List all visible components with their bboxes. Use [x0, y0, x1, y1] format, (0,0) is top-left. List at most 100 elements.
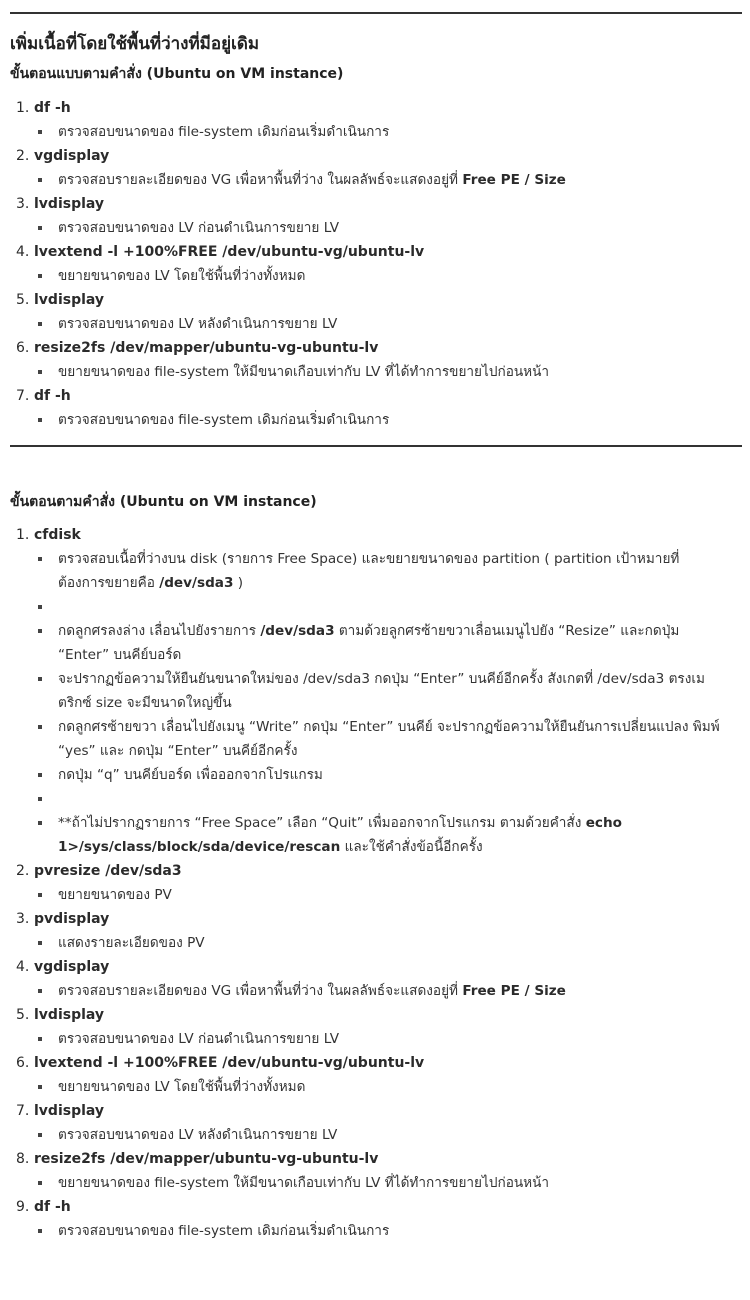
step-notes: ขยายขนาดของ LV โดยใช้พื้นที่ว่างทั้งหมด [34, 1075, 745, 1099]
note-text: ตรวจสอบเนื้อที่ว่างบน disk (รายการ Free … [58, 551, 680, 567]
step-number: 3. [16, 911, 30, 927]
step-number: 7. [16, 1103, 30, 1119]
step-note: **ถ้าไม่ปรากฏรายการ “Free Space” เลือก “… [34, 811, 745, 859]
note-text: จะปรากฏข้อความให้ยืนยันขนาดใหม่ของ /dev/… [58, 671, 705, 687]
section1-steps: 1. df -h ตรวจสอบขนาดของ file-system เดิมก่… [10, 96, 745, 432]
note-text: ขยายขนาดของ LV โดยใช้พื้นที่ว่างทั้งหมด [58, 1079, 306, 1095]
note-text: ตรวจสอบรายละเอียดของ VG เพื่อหาพื้นที่ว่… [58, 983, 463, 999]
step-number: 4. [16, 244, 30, 260]
step-command: df -h [34, 100, 71, 116]
step-item: 4. vgdisplay ตรวจสอบรายละเอียดของ VG เพื่อ… [10, 955, 745, 1003]
top-divider [10, 12, 742, 14]
step-number: 2. [16, 863, 30, 879]
note-text: ขยายขนาดของ LV โดยใช้พื้นที่ว่างทั้งหมด [58, 268, 306, 284]
step-note: ตรวจสอบขนาดของ LV ก่อนดำเนินการขยาย LV [34, 1027, 745, 1051]
step-number: 5. [16, 292, 30, 308]
step-command: lvdisplay [34, 1007, 105, 1023]
step-item: 2. vgdisplay ตรวจสอบรายละเอียดของ VG เพื่อ… [10, 144, 745, 192]
step-note: ขยายขนาดของ LV โดยใช้พื้นที่ว่างทั้งหมด [34, 1075, 745, 1099]
step-note: กดปุ่ม “q” บนคีย์บอร์ด เพื่อออกจากโปรแกร… [34, 763, 745, 787]
step-note: ตรวจสอบรายละเอียดของ VG เพื่อหาพื้นที่ว่… [34, 979, 745, 1003]
note-text: “Enter” บนคีย์บอร์ด [58, 647, 182, 663]
step-note: ขยายขนาดของ file-system ให้มีขนาดเกือบเท… [34, 1171, 745, 1195]
step-command: vgdisplay [34, 959, 110, 975]
step-command: resize2fs /dev/mapper/ubuntu-vg-ubuntu-l… [34, 340, 379, 356]
note-text: และใช้คำสั่งข้อนี้อีกครั้ง [340, 839, 483, 855]
note-text: ขยายขนาดของ file-system ให้มีขนาดเกือบเท… [58, 1175, 550, 1191]
step-note: ตรวจสอบขนาดของ LV หลังดำเนินการขยาย LV [34, 312, 745, 336]
note-text: ตรวจสอบขนาดของ LV หลังดำเนินการขยาย LV [58, 316, 338, 332]
note-text: กดลูกศรซ้ายขวา เลื่อนไปยังเมนู “Write” ก… [58, 719, 720, 735]
step-number: 4. [16, 959, 30, 975]
step-command: lvextend -l +100%FREE /dev/ubuntu-vg/ubu… [34, 1055, 425, 1071]
note-text: ตรวจสอบขนาดของ LV หลังดำเนินการขยาย LV [58, 1127, 338, 1143]
step-item: 3. pvdisplay แสดงรายละเอียดของ PV [10, 907, 745, 955]
command-text: 1>/sys/class/block/sda/device/rescan [58, 839, 341, 855]
step-number: 5. [16, 1007, 30, 1023]
step-notes: ตรวจสอบขนาดของ file-system เดิมก่อนเริ่ม… [34, 120, 745, 144]
step-item: 3. lvdisplay ตรวจสอบขนาดของ LV ก่อนดำเนินก… [10, 192, 745, 240]
step-number: 9. [16, 1199, 30, 1215]
note-text: ตามด้วยลูกศรซ้ายขวาเลื่อนเมนูไปยัง “Resi… [334, 623, 680, 639]
step-notes: ขยายขนาดของ file-system ให้มีขนาดเกือบเท… [34, 360, 745, 384]
device-path: /dev/sda3 [260, 623, 335, 639]
note-text: ต้องการขยายคือ [58, 575, 160, 591]
note-text: ตริกซ์ size จะมีขนาดใหญ่ขึ้น [58, 695, 232, 711]
step-number: 6. [16, 1055, 30, 1071]
step-item: 1. df -h ตรวจสอบขนาดของ file-system เดิมก่… [10, 96, 745, 144]
step-note: ขยายขนาดของ PV [34, 883, 745, 907]
note-text: กดลูกศรลงล่าง เลื่อนไปยังรายการ [58, 623, 261, 639]
step-note: กดลูกศรลงล่าง เลื่อนไปยังรายการ /dev/sda… [34, 619, 745, 667]
note-text: ตรวจสอบรายละเอียดของ VG เพื่อหาพื้นที่ว่… [58, 172, 463, 188]
note-text: แสดงรายละเอียดของ PV [58, 935, 205, 951]
step-number: 2. [16, 148, 30, 164]
step-command: cfdisk [34, 527, 81, 543]
step-number: 6. [16, 340, 30, 356]
device-path: /dev/sda3 [159, 575, 234, 591]
note-text: ตรวจสอบขนาดของ LV ก่อนดำเนินการขยาย LV [58, 1031, 340, 1047]
step-note: ตรวจสอบขนาดของ file-system เดิมก่อนเริ่ม… [34, 408, 745, 432]
step-item: 9. df -h ตรวจสอบขนาดของ file-system เดิมก่… [10, 1195, 745, 1243]
step-note: ขยายขนาดของ file-system ให้มีขนาดเกือบเท… [34, 360, 745, 384]
note-highlight: Free PE / Size [462, 172, 566, 188]
step-command: df -h [34, 1199, 71, 1215]
step-item: 6. lvextend -l +100%FREE /dev/ubuntu-vg/u… [10, 1051, 745, 1099]
step-command: lvdisplay [34, 196, 105, 212]
step-item: 1. cfdisk ตรวจสอบเนื้อที่ว่างบน disk (รา… [10, 523, 745, 859]
step-item: 7. lvdisplay ตรวจสอบขนาดของ LV หลังดำเนินก… [10, 1099, 745, 1147]
section-title: เพิ่มเนื้อที่โดยใช้พื้นที่ว่างที่มีอยู่เ… [10, 34, 260, 54]
note-text: ขยายขนาดของ file-system ให้มีขนาดเกือบเท… [58, 364, 550, 380]
step-item: 5. lvdisplay ตรวจสอบขนาดของ LV ก่อนดำเนินก… [10, 1003, 745, 1051]
step-command: resize2fs /dev/mapper/ubuntu-vg-ubuntu-l… [34, 1151, 379, 1167]
section1-subtitle: ขั้นตอนแบบตามคำสั่ง (Ubuntu on VM instan… [10, 66, 344, 82]
section2-steps: 1. cfdisk ตรวจสอบเนื้อที่ว่างบน disk (รา… [10, 523, 745, 1243]
step-number: 8. [16, 1151, 30, 1167]
step-notes: ตรวจสอบขนาดของ LV หลังดำเนินการขยาย LV [34, 1123, 745, 1147]
command-text: echo [585, 815, 622, 831]
step-notes: ตรวจสอบรายละเอียดของ VG เพื่อหาพื้นที่ว่… [34, 168, 745, 192]
step-notes: ตรวจสอบขนาดของ LV ก่อนดำเนินการขยาย LV [34, 216, 745, 240]
step-notes: ตรวจสอบรายละเอียดของ VG เพื่อหาพื้นที่ว่… [34, 979, 745, 1003]
step-command: pvdisplay [34, 911, 110, 927]
step-notes: แสดงรายละเอียดของ PV [34, 931, 745, 955]
step-note: ขยายขนาดของ LV โดยใช้พื้นที่ว่างทั้งหมด [34, 264, 745, 288]
step-item: 2. pvresize /dev/sda3 ขยายขนาดของ PV [10, 859, 745, 907]
note-text: ) [233, 575, 244, 591]
note-text: ตรวจสอบขนาดของ file-system เดิมก่อนเริ่ม… [58, 1223, 390, 1239]
step-note: แสดงรายละเอียดของ PV [34, 931, 745, 955]
step-item: 5. lvdisplay ตรวจสอบขนาดของ LV หลังดำเนินก… [10, 288, 745, 336]
step-note: ตรวจสอบรายละเอียดของ VG เพื่อหาพื้นที่ว่… [34, 168, 745, 192]
step-notes: ตรวจสอบเนื้อที่ว่างบน disk (รายการ Free … [34, 547, 745, 859]
note-text: ตรวจสอบขนาดของ file-system เดิมก่อนเริ่ม… [58, 412, 390, 428]
step-number: 1. [16, 527, 30, 543]
note-text: ตรวจสอบขนาดของ LV ก่อนดำเนินการขยาย LV [58, 220, 340, 236]
middle-divider [10, 445, 742, 447]
note-text: กดปุ่ม “q” บนคีย์บอร์ด เพื่อออกจากโปรแกร… [58, 767, 323, 783]
step-command: pvresize /dev/sda3 [34, 863, 182, 879]
step-notes: ตรวจสอบขนาดของ LV ก่อนดำเนินการขยาย LV [34, 1027, 745, 1051]
note-text: **ถ้าไม่ปรากฏรายการ “Free Space” เลือก “… [58, 815, 586, 831]
step-note: ตรวจสอบเนื้อที่ว่างบน disk (รายการ Free … [34, 547, 745, 595]
step-note-empty [34, 787, 745, 811]
step-notes: ตรวจสอบขนาดของ LV หลังดำเนินการขยาย LV [34, 312, 745, 336]
step-number: 3. [16, 196, 30, 212]
